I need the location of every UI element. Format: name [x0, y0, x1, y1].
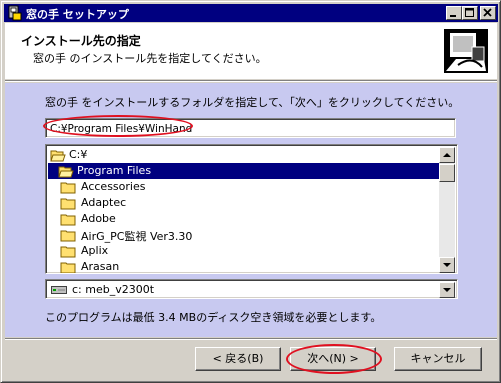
setup-computer-icon — [444, 29, 488, 73]
folder-item[interactable]: Aplix — [48, 243, 441, 259]
folder-item-root[interactable]: C:¥ — [48, 147, 441, 163]
folder-item-program-files[interactable]: Program Files — [48, 163, 441, 179]
drive-dropdown-button[interactable] — [439, 282, 455, 298]
folder-label: Program Files — [77, 164, 152, 177]
folder-list: C:¥ Program Files Accessories Adaptec Ad… — [48, 147, 441, 273]
instruction-text: 窓の手 をインストールするフォルダを指定して、「次へ」をクリックしてください。 — [45, 96, 460, 109]
window-title: 窓の手 セットアップ — [26, 8, 129, 21]
minimize-button[interactable] — [446, 6, 462, 20]
arrow-down-icon — [443, 263, 451, 267]
next-button[interactable]: 次へ(N) > — [290, 347, 376, 371]
folder-icon — [60, 214, 76, 226]
folder-item[interactable]: Accessories — [48, 179, 441, 195]
arrow-up-icon — [443, 153, 451, 157]
page-title: インストール先の指定 — [21, 34, 141, 48]
close-button[interactable] — [480, 6, 496, 20]
folder-icon — [60, 230, 76, 242]
page-subtitle: 窓の手 のインストール先を指定してください。 — [33, 52, 267, 65]
maximize-icon — [465, 8, 474, 17]
minimize-icon — [450, 15, 456, 17]
setup-window: 窓の手 セットアップ インストール先の指定 窓の手 のインストール先を指定してく… — [0, 0, 501, 383]
folder-label: Arasan — [81, 260, 120, 273]
folder-icon — [60, 198, 76, 210]
folder-item[interactable]: AirG_PC監視 Ver3.30 — [48, 227, 441, 243]
folder-tree[interactable]: C:¥ Program Files Accessories Adaptec Ad… — [45, 144, 458, 274]
header-separator — [5, 80, 497, 82]
folder-item[interactable]: Adaptec — [48, 195, 441, 211]
maximize-button[interactable] — [462, 6, 478, 20]
back-button[interactable]: < 戻る(B) — [195, 347, 281, 371]
scroll-thumb[interactable] — [439, 164, 455, 182]
folder-item[interactable]: Arasan — [48, 259, 441, 273]
drive-label: c: meb_v2300t — [72, 283, 155, 296]
folder-label: Adaptec — [81, 196, 127, 209]
disk-space-note: このプログラムは最低 3.4 MBのディスク空き領域を必要とします。 — [45, 311, 382, 324]
folder-label: AirG_PC監視 Ver3.30 — [81, 230, 193, 243]
folder-label: Accessories — [81, 180, 146, 193]
title-bar[interactable]: 窓の手 セットアップ — [4, 4, 498, 22]
drive-select[interactable]: c: meb_v2300t — [45, 279, 458, 299]
folder-item[interactable]: Adobe — [48, 211, 441, 227]
footer-separator — [5, 338, 497, 340]
wizard-header: インストール先の指定 窓の手 のインストール先を指定してください。 — [5, 23, 497, 79]
folder-label: C:¥ — [69, 148, 88, 161]
open-folder-icon — [58, 166, 74, 178]
wizard-body: 窓の手 をインストールするフォルダを指定して、「次へ」をクリックしてください。 … — [5, 83, 497, 337]
hard-drive-icon — [51, 286, 67, 294]
app-icon — [8, 5, 22, 21]
install-path-field[interactable] — [45, 118, 456, 138]
folder-label: Adobe — [81, 212, 116, 225]
folder-icon — [60, 246, 76, 258]
vertical-scrollbar[interactable] — [439, 147, 455, 273]
folder-label: Aplix — [81, 244, 109, 257]
folder-icon — [60, 262, 76, 273]
install-path-input[interactable] — [50, 122, 450, 135]
scroll-down-button[interactable] — [439, 257, 455, 273]
cancel-button[interactable]: キャンセル — [394, 347, 482, 371]
close-icon — [483, 8, 492, 17]
folder-icon — [60, 182, 76, 194]
open-folder-icon — [50, 150, 66, 162]
chevron-down-icon — [443, 288, 451, 292]
scroll-up-button[interactable] — [439, 147, 455, 163]
